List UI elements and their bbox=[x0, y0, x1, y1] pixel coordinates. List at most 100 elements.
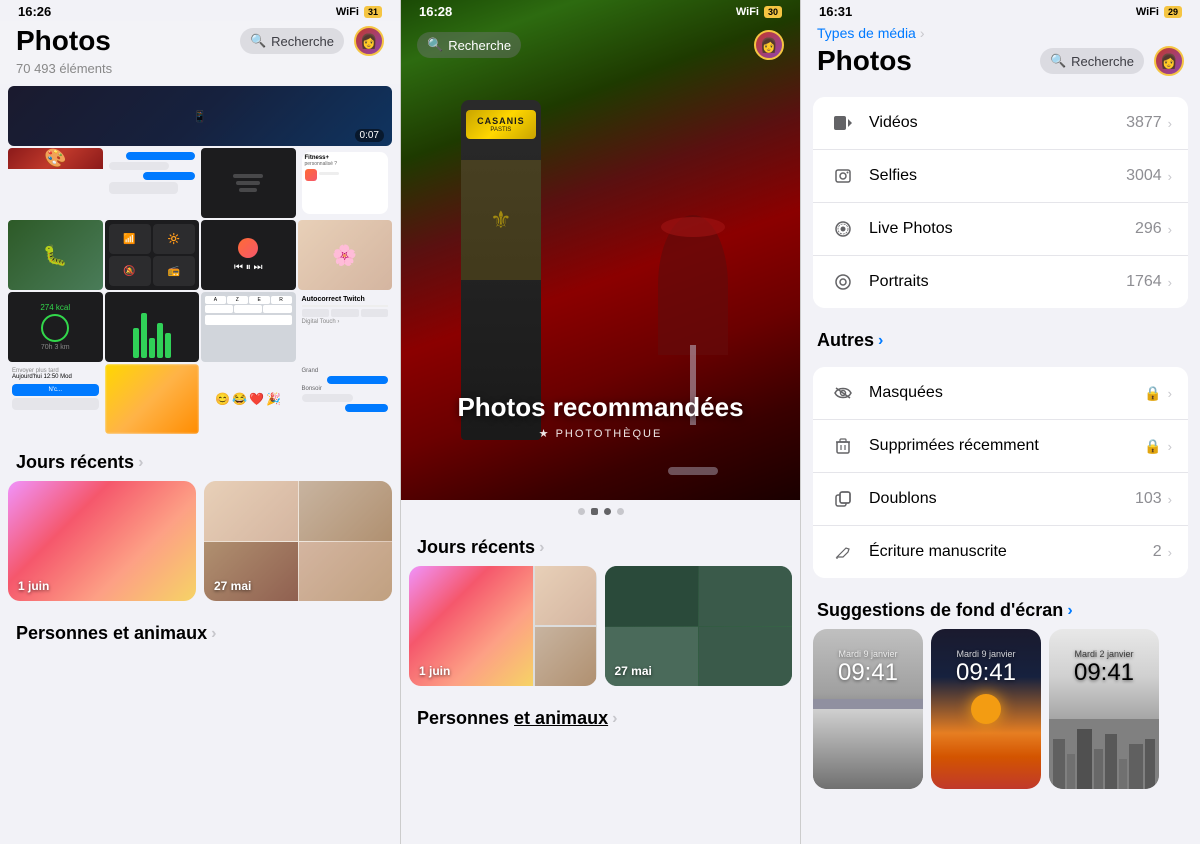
wallpaper-sunset[interactable]: Mardi 9 janvier 09:41 bbox=[931, 629, 1041, 789]
doublons-count: 103 bbox=[1135, 490, 1162, 508]
suggestions-arrow: › bbox=[1067, 602, 1072, 620]
photo-cell-messages[interactable]: Grand Bonsoir bbox=[298, 364, 393, 434]
status-icons-3: WiFi 29 bbox=[1136, 6, 1182, 18]
wp-city-date: Mardi 2 janvier bbox=[1049, 649, 1159, 659]
portraits-label: Portraits bbox=[869, 273, 1126, 291]
search-icon-3: 🔍 bbox=[1050, 53, 1066, 69]
media-item-livephotos[interactable]: Live Photos 296 › bbox=[813, 203, 1188, 256]
videos-label: Vidéos bbox=[869, 114, 1126, 132]
autres-item-doublons[interactable]: Doublons 103 › bbox=[813, 473, 1188, 526]
media-types-list: Vidéos 3877 › Selfies 3004 › bbox=[813, 97, 1188, 308]
avatar-2[interactable]: 👩 bbox=[754, 30, 784, 60]
status-bar-2: 16:28 WiFi 30 bbox=[401, 0, 800, 21]
photo-cell-flowers[interactable]: 🌸 bbox=[298, 220, 393, 290]
day-card-27mai-2[interactable]: 27 mai bbox=[605, 566, 793, 686]
dot-3 bbox=[604, 508, 611, 515]
wallpaper-beach[interactable]: Mardi 9 janvier 09:41 bbox=[813, 629, 923, 789]
autres-header[interactable]: Autres › bbox=[801, 316, 1200, 359]
photo-cell-dark[interactable] bbox=[201, 148, 296, 218]
wifi-icon-2: WiFi bbox=[736, 6, 759, 18]
portraits-icon bbox=[829, 268, 857, 296]
wallpaper-city[interactable]: Mardi 2 janvier 09:41 bbox=[1049, 629, 1159, 789]
autres-label: Autres bbox=[817, 330, 874, 351]
photo-cell-emoji[interactable]: 😊😂 ❤️🎉 bbox=[201, 364, 296, 434]
media-item-videos[interactable]: Vidéos 3877 › bbox=[813, 97, 1188, 150]
day-card-1jun-1[interactable]: 1 juin bbox=[8, 481, 196, 601]
recent-days-label-2: Jours récents bbox=[417, 537, 535, 558]
search-button-2[interactable]: 🔍 Recherche bbox=[417, 32, 521, 58]
masquees-arrow: › bbox=[1168, 386, 1172, 401]
photo-cell-schedule[interactable]: Envoyer plus tard Aujourd'hui 12:50 Mod … bbox=[8, 364, 103, 434]
autres-item-masquees[interactable]: Masquées 🔒 › bbox=[813, 367, 1188, 420]
people-label-2: Personnes et animaux bbox=[417, 708, 608, 729]
photo-grid-1: 📱 0:07 🎨 bbox=[0, 84, 400, 434]
section-recent-days-2[interactable]: Jours récents › bbox=[401, 523, 800, 566]
dot-indicator bbox=[401, 500, 800, 523]
header-actions-3: 🔍 Recherche 👩 bbox=[1040, 46, 1184, 76]
media-item-selfies[interactable]: Selfies 3004 › bbox=[813, 150, 1188, 203]
photo-cell-stats1[interactable]: 274 kcal 70h 3 km bbox=[8, 292, 103, 362]
search-icon-1: 🔍 bbox=[250, 33, 266, 49]
ecriture-count: 2 bbox=[1153, 543, 1162, 561]
search-label-2: Recherche bbox=[448, 38, 511, 53]
wp-city-time: Mardi 2 janvier 09:41 bbox=[1049, 649, 1159, 687]
wallpaper-row: Mardi 9 janvier 09:41 Mardi 9 janvier 09… bbox=[801, 629, 1200, 789]
media-item-portraits[interactable]: Portraits 1764 › bbox=[813, 256, 1188, 308]
days-row-2: 1 juin 27 mai bbox=[401, 566, 800, 694]
portraits-arrow: › bbox=[1168, 275, 1172, 290]
day-label-1jun-1: 1 juin bbox=[18, 579, 49, 593]
header-row-3: Photos 🔍 Recherche 👩 bbox=[817, 45, 1184, 77]
battery-3: 29 bbox=[1164, 6, 1182, 18]
section-people-1[interactable]: Personnes et animaux › bbox=[0, 609, 400, 652]
status-bar-1: 16:26 WiFi 31 bbox=[0, 0, 400, 21]
search-label-1: Recherche bbox=[271, 34, 334, 49]
photo-cell-keyboard[interactable]: A Z E R bbox=[201, 292, 296, 362]
video-thumb[interactable]: 📱 0:07 bbox=[8, 86, 392, 146]
videos-count: 3877 bbox=[1126, 114, 1162, 132]
search-row-2: 🔍 Recherche 👩 bbox=[401, 26, 800, 64]
ecriture-label: Écriture manuscrite bbox=[869, 543, 1153, 561]
day-label-27mai-2: 27 mai bbox=[615, 664, 652, 678]
suggestions-label: Suggestions de fond d'écran bbox=[817, 600, 1063, 621]
supprimees-icon bbox=[829, 432, 857, 460]
panel-featured: 16:28 WiFi 30 🔍 Recherche 👩 CASANIS PAST… bbox=[400, 0, 800, 844]
autres-item-ecriture[interactable]: Écriture manuscrite 2 › bbox=[813, 526, 1188, 578]
videos-icon bbox=[829, 109, 857, 137]
day-card-1jun-2[interactable]: 1 juin bbox=[409, 566, 597, 686]
breadcrumb-arrow-3: › bbox=[920, 25, 925, 41]
app-header-3: Photos 🔍 Recherche 👩 bbox=[801, 41, 1200, 89]
photo-cell-chat[interactable] bbox=[105, 148, 200, 218]
videos-arrow: › bbox=[1168, 116, 1172, 131]
wp-beach-date: Mardi 9 janvier bbox=[813, 649, 923, 659]
search-icon-2: 🔍 bbox=[427, 37, 443, 53]
photo-cell-green[interactable]: 🐛 bbox=[8, 220, 103, 290]
photo-cell-autocomplete[interactable]: Autocorrect Twitch Digital Touch › bbox=[298, 292, 393, 362]
autres-item-supprimees[interactable]: Supprimées récemment 🔒 › bbox=[813, 420, 1188, 473]
photo-cell-notification[interactable]: Fitness+ personnalisé ? bbox=[298, 148, 393, 218]
hero-image: CASANIS PASTIS ⚜ Photos recomma bbox=[401, 0, 800, 500]
suggestions-header[interactable]: Suggestions de fond d'écran › bbox=[801, 586, 1200, 629]
avatar-1[interactable]: 👩 bbox=[354, 26, 384, 56]
photo-cell-blur[interactable] bbox=[105, 364, 200, 434]
day-label-1jun-2: 1 juin bbox=[419, 664, 450, 678]
wp-sunset-time: Mardi 9 janvier 09:41 bbox=[931, 649, 1041, 687]
people-label-1: Personnes et animaux bbox=[16, 623, 207, 644]
photo-cell-anime[interactable]: 🎨 bbox=[8, 148, 103, 218]
photo-cell-player[interactable]: ⏮ ⏸ ⏭ bbox=[201, 220, 296, 290]
video-duration: 0:07 bbox=[355, 129, 384, 142]
search-button-3[interactable]: 🔍 Recherche bbox=[1040, 48, 1144, 74]
avatar-3[interactable]: 👩 bbox=[1154, 46, 1184, 76]
photo-cell-controlcenter[interactable]: 📶 🔆 🔕 📻 bbox=[105, 220, 200, 290]
search-button-1[interactable]: 🔍 Recherche bbox=[240, 28, 344, 54]
autres-list: Masquées 🔒 › Supprimées récemment 🔒 › bbox=[813, 367, 1188, 578]
wp-sunset-date: Mardi 9 janvier bbox=[931, 649, 1041, 659]
section-people-2[interactable]: Personnes et animaux › bbox=[401, 694, 800, 737]
photo-cell-barchart[interactable] bbox=[105, 292, 200, 362]
dot-1 bbox=[578, 508, 585, 515]
breadcrumb-text-3: Types de média bbox=[817, 25, 916, 41]
status-bar-3: 16:31 WiFi 29 bbox=[801, 0, 1200, 21]
section-recent-days-1[interactable]: Jours récents › bbox=[0, 438, 400, 481]
day-card-27mai-1[interactable]: 27 mai bbox=[204, 481, 392, 601]
dot-4 bbox=[617, 508, 624, 515]
breadcrumb-3[interactable]: Types de média › bbox=[801, 21, 1200, 41]
